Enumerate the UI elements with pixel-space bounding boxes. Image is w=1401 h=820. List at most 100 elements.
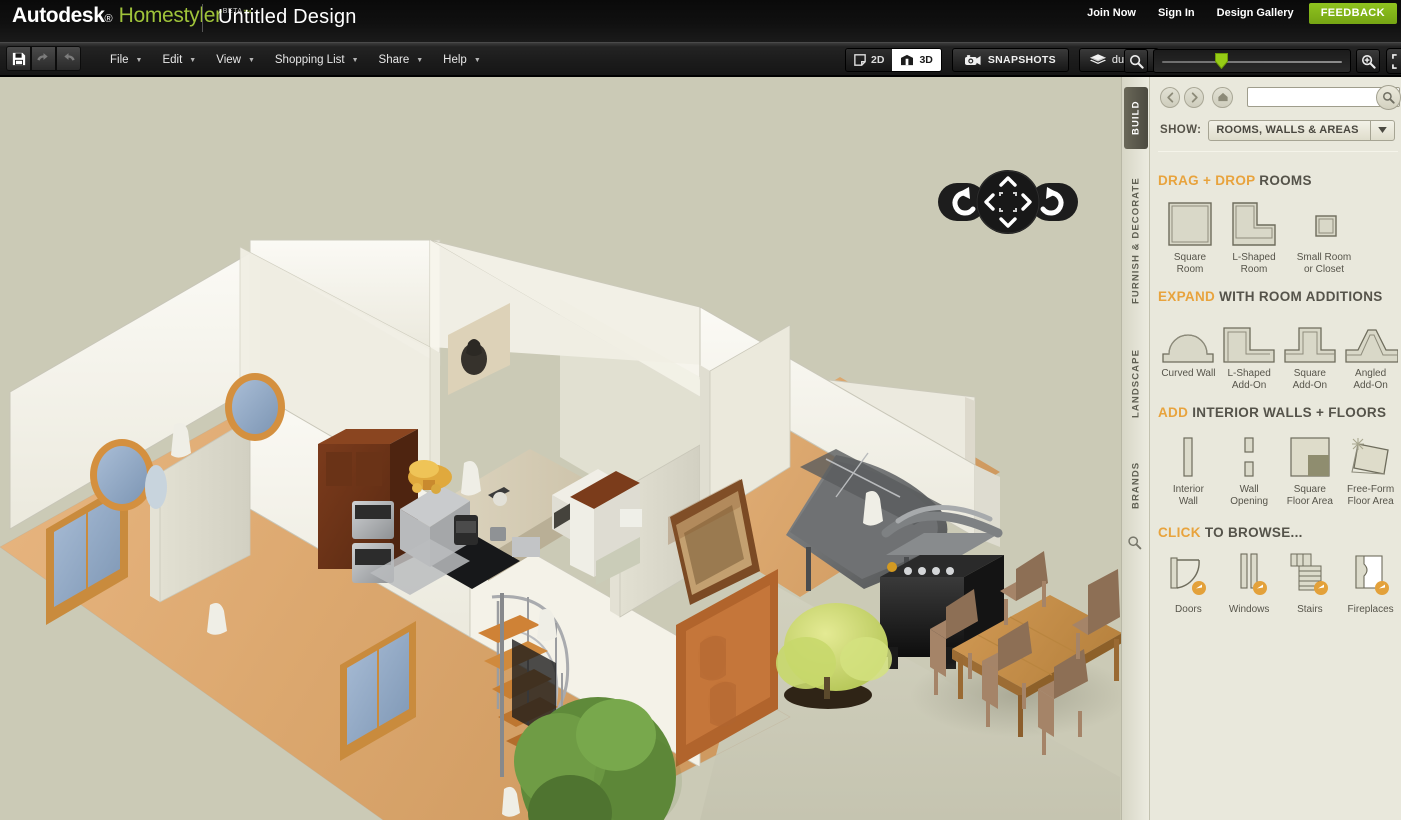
- redo-button[interactable]: [56, 46, 81, 71]
- palette-item-curved-wall[interactable]: Curved Wall: [1158, 312, 1219, 392]
- sidebar-tab-furnish-decorate[interactable]: FURNISH & DECORATE: [1124, 161, 1148, 321]
- menu-help[interactable]: Help ▼: [433, 43, 491, 77]
- menu-edit[interactable]: Edit ▼: [152, 43, 206, 77]
- panel-forward-button[interactable]: [1184, 86, 1205, 108]
- menu-shopping-list[interactable]: Shopping List ▼: [265, 43, 369, 77]
- join-now-link[interactable]: Join Now: [1076, 0, 1147, 26]
- palette-label-l-shaped-addon: L-Shaped Add-On: [1227, 368, 1271, 391]
- palette-item-free-form-floor-area[interactable]: Free-Form Floor Area: [1340, 428, 1401, 508]
- view-mode-2d-button[interactable]: 2D: [846, 49, 893, 71]
- zoom-in-icon: [1361, 54, 1376, 69]
- fullscreen-button[interactable]: [1386, 48, 1401, 74]
- palette-item-square-floor-area[interactable]: Square Floor Area: [1280, 428, 1341, 508]
- layers-icon: [1089, 54, 1106, 64]
- small-room-icon: [1286, 196, 1362, 248]
- sidebar-tab-build[interactable]: BUILD: [1124, 87, 1148, 149]
- panel-back-button[interactable]: [1160, 86, 1181, 108]
- palette-label-l-shaped-room: L-Shaped Room: [1232, 252, 1276, 275]
- palette-item-stairs[interactable]: Stairs: [1280, 548, 1341, 616]
- palette-label-small-room: Small Room or Closet: [1296, 252, 1352, 275]
- palette-item-fireplaces[interactable]: Fireplaces: [1340, 548, 1401, 616]
- right-panel: BUILD FURNISH & DECORATE LANDSCAPE BRAND…: [1121, 77, 1401, 820]
- wall-opening-icon: [1219, 428, 1280, 480]
- section-interior-rest: INTERIOR WALLS + FLOORS: [1192, 405, 1387, 420]
- view-mode-2d-label: 2D: [871, 54, 885, 66]
- section-browse-accent: CLICK: [1158, 525, 1201, 540]
- palette-label-wall-opening: Wall Opening: [1230, 484, 1269, 507]
- document-title[interactable]: Untitled Design: [218, 6, 357, 29]
- palette-item-wall-opening[interactable]: Wall Opening: [1219, 428, 1280, 508]
- plan-2d-icon: [854, 54, 866, 66]
- panel-body: SHOW: ROOMS, WALLS & AREAS DRAG + DROP R…: [1150, 77, 1401, 820]
- menu-file[interactable]: File ▼: [100, 43, 152, 77]
- palette-label-curved-wall: Curved Wall: [1161, 368, 1216, 379]
- menu-view[interactable]: View ▼: [206, 43, 265, 77]
- palette-item-interior-wall[interactable]: Interior Wall: [1158, 428, 1219, 508]
- stairs-icon: [1280, 548, 1341, 600]
- design-canvas-3d[interactable]: [0, 77, 1121, 820]
- file-actions-group: [6, 46, 81, 71]
- show-filter-dropdown[interactable]: ROOMS, WALLS & AREAS: [1208, 119, 1395, 141]
- design-gallery-link[interactable]: Design Gallery: [1206, 0, 1305, 26]
- brand-homestyler: Homestyler: [118, 4, 223, 27]
- section-interior-walls-floors: ADD INTERIOR WALLS + FLOORS Interior Wal…: [1158, 405, 1401, 508]
- sidebar-tab-landscape[interactable]: LANDSCAPE: [1124, 329, 1148, 437]
- palette-item-square-room[interactable]: Square Room: [1158, 196, 1222, 276]
- show-filter-row: SHOW: ROOMS, WALLS & AREAS: [1160, 119, 1395, 141]
- view-mode-3d-button[interactable]: 3D: [892, 49, 941, 71]
- sidebar-tab-brands-label: BRANDS: [1130, 461, 1142, 509]
- palette-item-windows[interactable]: Windows: [1219, 548, 1280, 616]
- chevron-down-icon: ▼: [351, 56, 359, 64]
- palette-item-l-shaped-room[interactable]: L-Shaped Room: [1222, 196, 1286, 276]
- section-rooms-rest: ROOMS: [1259, 173, 1312, 188]
- panel-search-input[interactable]: [1247, 89, 1376, 107]
- feedback-button[interactable]: FEEDBACK: [1308, 2, 1397, 24]
- section-rooms: DRAG + DROP ROOMS Square Room L-Shaped R…: [1158, 173, 1401, 276]
- sign-in-link[interactable]: Sign In: [1147, 0, 1206, 26]
- category-tab-strip: BUILD FURNISH & DECORATE LANDSCAPE BRAND…: [1122, 77, 1150, 820]
- view-mode-3d-label: 3D: [919, 54, 933, 66]
- menu-bar: File ▼ Edit ▼ View ▼ Shopping List ▼ Share ▼ …: [100, 43, 491, 77]
- interior-wall-icon: [1158, 428, 1219, 480]
- brand-registered-mark: ®: [104, 13, 113, 25]
- chevron-down-icon: ▼: [473, 56, 481, 64]
- palette-item-doors[interactable]: Doors: [1158, 548, 1219, 616]
- zoom-out-icon: [1129, 54, 1144, 69]
- palette-item-l-shaped-addon[interactable]: L-Shaped Add-On: [1219, 312, 1280, 392]
- palette-label-free-form-floor-area: Free-Form Floor Area: [1347, 484, 1395, 507]
- snapshots-button[interactable]: SNAPSHOTS: [951, 48, 1069, 72]
- chevron-down-icon[interactable]: [1370, 120, 1394, 140]
- zoom-in-button[interactable]: [1356, 49, 1380, 73]
- brand-logo[interactable]: Autodesk ® Homestyler BETA ™: [12, 4, 252, 28]
- chevron-down-icon: ▼: [247, 56, 255, 64]
- zoom-out-button[interactable]: [1124, 49, 1148, 73]
- zoom-controls-group: [1124, 48, 1401, 74]
- sidebar-search-icon[interactable]: [1127, 535, 1142, 555]
- snapshots-label: SNAPSHOTS: [987, 54, 1056, 66]
- section-browse-rest: TO BROWSE...: [1204, 525, 1303, 540]
- palette-item-square-addon[interactable]: Square Add-On: [1280, 312, 1341, 392]
- angled-addon-icon: [1340, 312, 1401, 364]
- save-button[interactable]: [6, 46, 31, 71]
- zoom-slider-handle[interactable]: [1215, 53, 1229, 70]
- chevron-down-icon: ▼: [135, 56, 143, 64]
- view-controls-group: 2D 3D SNAPSHOTS dual ▼: [845, 48, 1159, 72]
- zoom-slider[interactable]: [1153, 49, 1351, 73]
- palette-label-stairs: Stairs: [1297, 604, 1323, 615]
- menu-share-label: Share: [378, 54, 410, 66]
- fullscreen-icon: [1391, 53, 1397, 69]
- palette-item-small-room[interactable]: Small Room or Closet: [1286, 196, 1362, 276]
- view-navigation-widget[interactable]: [938, 169, 1078, 234]
- menu-help-label: Help: [443, 54, 467, 66]
- undo-button[interactable]: [31, 46, 56, 71]
- curved-wall-icon: [1158, 312, 1219, 364]
- panel-search-field[interactable]: [1246, 85, 1401, 110]
- section-interior-accent: ADD: [1158, 405, 1189, 420]
- panel-home-button[interactable]: [1212, 86, 1233, 108]
- menu-share[interactable]: Share ▼: [369, 43, 434, 77]
- sidebar-tab-brands[interactable]: BRANDS: [1124, 443, 1148, 527]
- panel-search-button[interactable]: [1376, 85, 1401, 110]
- sidebar-tab-furnish-decorate-label: FURNISH & DECORATE: [1130, 177, 1142, 305]
- section-rooms-heading: DRAG + DROP ROOMS: [1158, 173, 1401, 188]
- palette-item-angled-addon[interactable]: Angled Add-On: [1340, 312, 1401, 392]
